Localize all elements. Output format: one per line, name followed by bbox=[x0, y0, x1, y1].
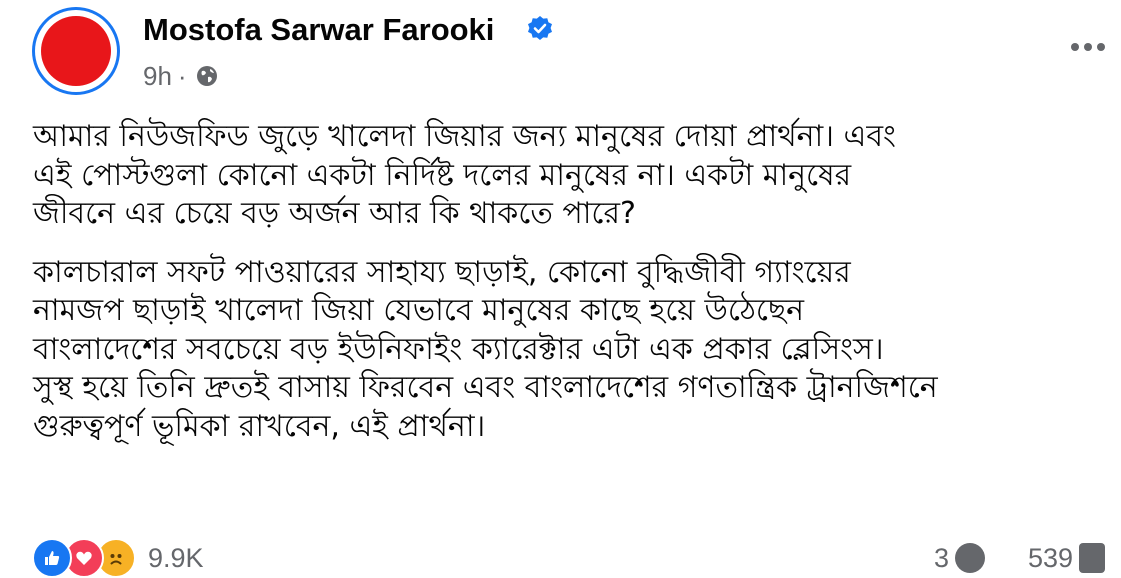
post-line: এই পোস্টগুলা কোনো একটা নির্দিষ্ট দলের মা… bbox=[33, 157, 852, 193]
like-reaction-icon bbox=[32, 538, 72, 578]
post-meta: 9h · bbox=[143, 58, 219, 94]
share-count-label: 539 bbox=[1028, 542, 1074, 573]
reaction-count[interactable]: 9.9K bbox=[148, 543, 204, 574]
avatar[interactable] bbox=[32, 7, 120, 95]
comment-icon bbox=[955, 543, 986, 573]
reactions-bar[interactable]: 9.9K bbox=[32, 538, 204, 578]
post-line: জীবনে এর চেয়ে বড় অর্জন আর কি থাকতে পার… bbox=[33, 196, 636, 231]
post-line: নামজপ ছাড়াই খালেদা জিয়া যেভাবে মানুষের… bbox=[33, 293, 805, 328]
avatar-image bbox=[41, 16, 111, 86]
post-time[interactable]: 9h bbox=[143, 61, 172, 92]
post-line: কালচারাল সফট পাওয়ারের সাহায্য ছাড়াই, ক… bbox=[33, 254, 851, 290]
globe-icon[interactable] bbox=[195, 64, 219, 88]
post-line: বাংলাদেশের সবচেয়ে বড় ইউনিফাইং ক্যারেক্… bbox=[33, 331, 884, 367]
comment-count[interactable]: 3 bbox=[934, 540, 986, 576]
meta-separator: · bbox=[177, 60, 187, 91]
share-icon bbox=[1079, 543, 1106, 573]
dot-icon bbox=[1097, 43, 1105, 51]
post-line: সুস্থ হয়ে তিনি দ্রুতই বাসায় ফিরবেন এবং… bbox=[33, 370, 938, 405]
post-line: আমার নিউজফিড জুড়ে খালেদা জিয়ার জন্য মা… bbox=[33, 119, 896, 154]
post-text: আমার নিউজফিড জুড়ে খালেদা জিয়ার জন্য মা… bbox=[33, 118, 1121, 446]
share-count[interactable]: 539 bbox=[1028, 540, 1106, 576]
verified-badge-icon bbox=[528, 16, 552, 40]
dot-icon bbox=[1084, 43, 1092, 51]
comment-count-label: 3 bbox=[934, 542, 950, 573]
dot-icon bbox=[1071, 43, 1079, 51]
avatar-border bbox=[35, 10, 117, 92]
more-options-button[interactable] bbox=[1064, 30, 1112, 64]
author-name[interactable]: Mostofa Sarwar Farooki bbox=[143, 10, 494, 50]
post-line: গুরুত্বপূর্ণ ভূমিকা রাখবেন, এই প্রার্থনা… bbox=[33, 408, 486, 444]
